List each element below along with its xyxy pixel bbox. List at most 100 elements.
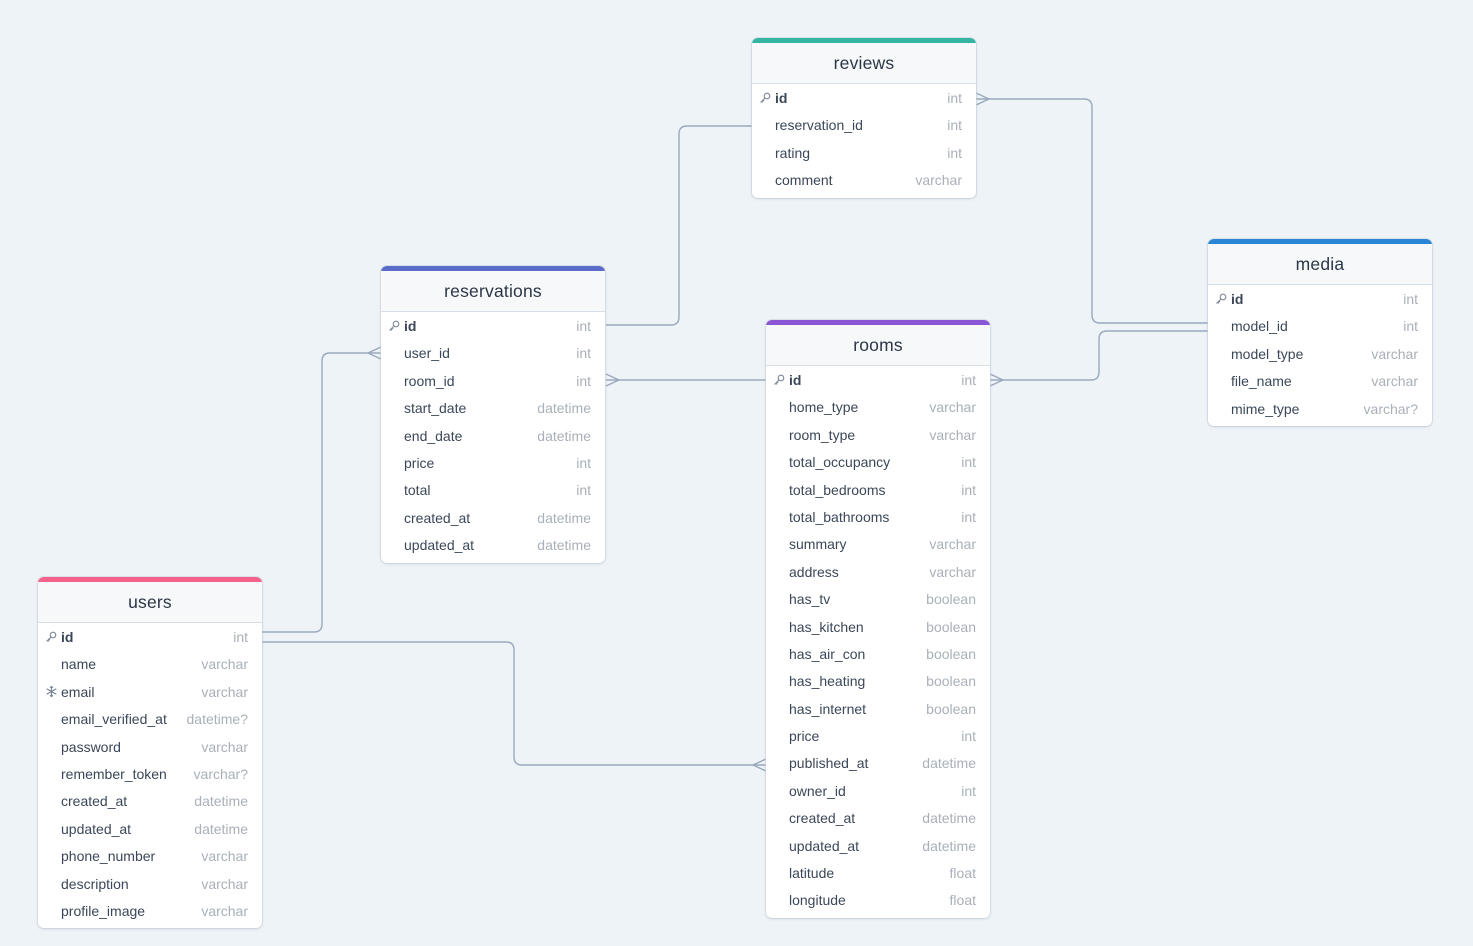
field-row[interactable]: total_bedrooms int bbox=[766, 477, 990, 504]
field-type: int bbox=[961, 728, 976, 745]
edge-users-rooms[interactable] bbox=[262, 641, 766, 766]
field-type: int bbox=[947, 117, 962, 134]
field-row[interactable]: created_at datetime bbox=[381, 505, 605, 532]
field-row[interactable]: id int bbox=[38, 624, 262, 651]
field-row[interactable]: total_occupancy int bbox=[766, 449, 990, 476]
field-row[interactable]: model_type varchar bbox=[1208, 341, 1432, 368]
field-type: varchar bbox=[201, 902, 248, 919]
field-type: int bbox=[576, 454, 591, 471]
field-name: id bbox=[1231, 291, 1244, 307]
field-row[interactable]: home_type varchar bbox=[766, 394, 990, 421]
field-name: has_air_con bbox=[789, 645, 866, 662]
field-row[interactable]: user_id int bbox=[381, 340, 605, 367]
field-row[interactable]: reservation_id int bbox=[752, 112, 976, 139]
field-name: updated_at bbox=[404, 537, 475, 554]
edge-reservations-reviews[interactable] bbox=[606, 125, 752, 326]
field-row[interactable]: password varchar bbox=[38, 734, 262, 761]
table-reviews[interactable]: reviews id int reservation_id intrating int co… bbox=[752, 38, 976, 198]
unique-snowflake-icon bbox=[44, 679, 58, 706]
edge-media-rooms[interactable] bbox=[990, 330, 1208, 381]
field-name: updated_at bbox=[789, 837, 860, 854]
field-name: file_name bbox=[1231, 373, 1292, 390]
field-name: rating bbox=[775, 144, 811, 161]
diagram-canvas[interactable]: reviews id int reservation_id int rating int co… bbox=[0, 0, 1473, 946]
field-row[interactable]: file_name varchar bbox=[1208, 368, 1432, 395]
field-row[interactable]: comment varchar bbox=[752, 167, 976, 194]
field-row[interactable]: owner_id int bbox=[766, 778, 990, 805]
field-row[interactable]: id int bbox=[766, 367, 990, 394]
crowfoot-rooms-owner_id bbox=[751, 758, 767, 772]
field-row[interactable]: phone_number varchar bbox=[38, 843, 262, 870]
field-row[interactable]: remember_token varchar? bbox=[38, 761, 262, 788]
field-name: mime_type bbox=[1231, 400, 1300, 417]
field-row[interactable]: has_kitchen boolean bbox=[766, 614, 990, 641]
field-row[interactable]: total_bathrooms int bbox=[766, 504, 990, 531]
field-row[interactable]: id int bbox=[1208, 286, 1432, 313]
field-row[interactable]: has_tv boolean bbox=[766, 586, 990, 613]
key-icon bbox=[758, 85, 772, 112]
field-type: int bbox=[947, 144, 962, 161]
field-row[interactable]: updated_at datetime bbox=[38, 816, 262, 843]
field-row[interactable]: name varchar bbox=[38, 651, 262, 678]
field-row[interactable]: price int bbox=[766, 723, 990, 750]
field-name: room_type bbox=[789, 426, 856, 443]
field-name: price bbox=[404, 454, 435, 471]
table-header[interactable]: reviews bbox=[752, 43, 976, 84]
field-row[interactable]: start_date datetime bbox=[381, 395, 605, 422]
field-type: int bbox=[947, 90, 962, 106]
field-type: varchar? bbox=[1363, 400, 1418, 417]
field-type: float bbox=[949, 892, 976, 909]
field-row[interactable]: model_id int bbox=[1208, 313, 1432, 340]
field-row[interactable]: id int bbox=[381, 313, 605, 340]
field-type: varchar bbox=[915, 172, 962, 189]
table-users[interactable]: users id int name varchar email varchar email_v… bbox=[38, 577, 262, 929]
table-header[interactable]: users bbox=[38, 582, 262, 623]
field-row[interactable]: rating int bbox=[752, 140, 976, 167]
table-header[interactable]: rooms bbox=[766, 325, 990, 366]
field-row[interactable]: total int bbox=[381, 477, 605, 504]
field-row[interactable]: has_internet boolean bbox=[766, 696, 990, 723]
field-name: remember_token bbox=[61, 765, 167, 782]
field-row[interactable]: profile_image varchar bbox=[38, 898, 262, 925]
field-row[interactable]: latitude float bbox=[766, 860, 990, 887]
edge-users-reservations[interactable] bbox=[262, 352, 381, 633]
field-name: phone_number bbox=[61, 848, 156, 865]
field-name: id bbox=[61, 629, 74, 645]
field-row[interactable]: created_at datetime bbox=[38, 788, 262, 815]
field-row[interactable]: mime_type varchar? bbox=[1208, 396, 1432, 423]
field-row[interactable]: room_id int bbox=[381, 368, 605, 395]
field-row[interactable]: description varchar bbox=[38, 871, 262, 898]
field-name: price bbox=[789, 728, 820, 745]
field-row[interactable]: price int bbox=[381, 450, 605, 477]
table-reservations[interactable]: reservations id int user_id int room_id int sta… bbox=[381, 266, 605, 563]
field-row[interactable]: created_at datetime bbox=[766, 805, 990, 832]
field-type: varchar bbox=[1371, 373, 1418, 390]
table-header[interactable]: media bbox=[1208, 244, 1432, 285]
field-row[interactable]: has_air_con boolean bbox=[766, 641, 990, 668]
field-row[interactable]: room_type varchar bbox=[766, 422, 990, 449]
field-row[interactable]: updated_at datetime bbox=[766, 833, 990, 860]
field-type: varchar bbox=[929, 536, 976, 553]
field-row[interactable]: has_heating boolean bbox=[766, 668, 990, 695]
field-row[interactable]: email_verified_at datetime? bbox=[38, 706, 262, 733]
field-name: created_at bbox=[61, 793, 128, 810]
field-row[interactable]: published_at datetime bbox=[766, 750, 990, 777]
field-row[interactable]: email varchar bbox=[38, 679, 262, 706]
table-fields: id int model_id int model_type varchar file_na… bbox=[1208, 285, 1432, 426]
field-type: boolean bbox=[926, 700, 976, 717]
field-row[interactable]: summary varchar bbox=[766, 531, 990, 558]
field-row[interactable]: updated_at datetime bbox=[381, 532, 605, 559]
field-row[interactable]: end_date datetime bbox=[381, 423, 605, 450]
field-row[interactable]: id int bbox=[752, 85, 976, 112]
table-rooms[interactable]: rooms id int home_type varchar room_type varch… bbox=[766, 320, 990, 918]
key-icon bbox=[44, 624, 58, 651]
table-media[interactable]: media id int model_id int model_type varchar fi… bbox=[1208, 239, 1432, 426]
field-name: model_type bbox=[1231, 345, 1304, 362]
field-row[interactable]: longitude float bbox=[766, 887, 990, 914]
key-icon bbox=[387, 313, 401, 340]
table-header[interactable]: reservations bbox=[381, 271, 605, 312]
field-type: boolean bbox=[926, 618, 976, 635]
field-type: varchar bbox=[1371, 345, 1418, 362]
edge-media-reviews[interactable] bbox=[976, 98, 1208, 324]
field-row[interactable]: address varchar bbox=[766, 559, 990, 586]
